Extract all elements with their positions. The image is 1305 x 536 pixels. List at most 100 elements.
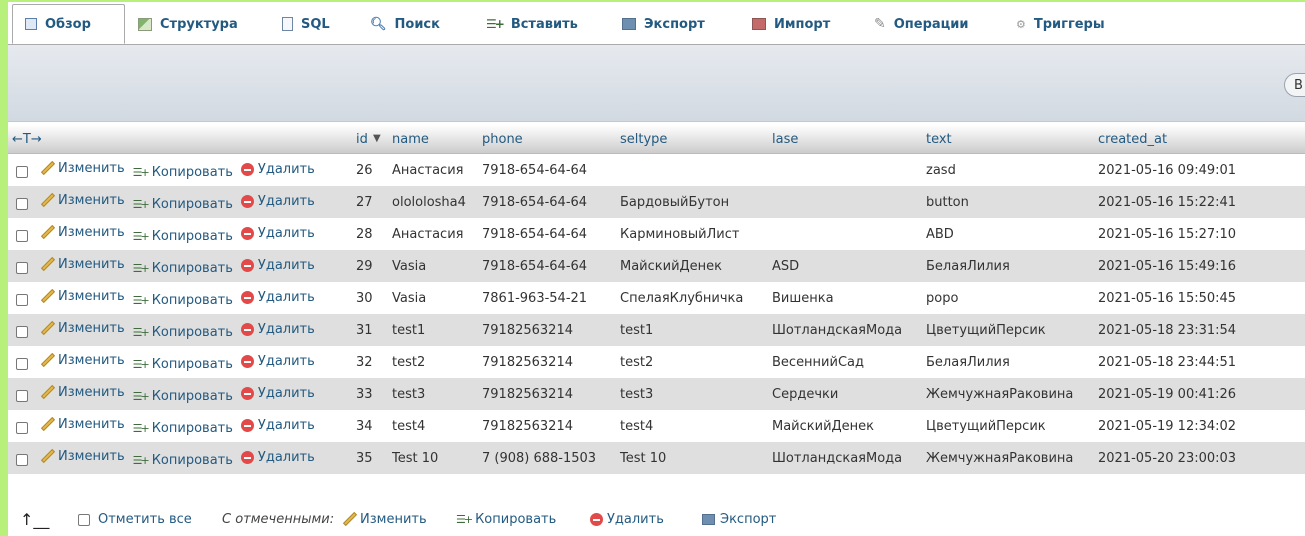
cell-seltype[interactable] [616, 153, 768, 186]
column-header-created-at[interactable]: created_at [1094, 125, 1305, 154]
edit-link[interactable]: Изменить [40, 385, 125, 400]
tab-import[interactable]: Импорт [752, 4, 830, 44]
cell-name[interactable]: test3 [388, 378, 478, 410]
bulk-copy-button[interactable]: ☰+ Копировать [456, 512, 556, 527]
edit-link[interactable]: Изменить [40, 353, 125, 368]
cell-name[interactable]: Test 10 [388, 442, 478, 474]
tab-structure[interactable]: Структура [138, 4, 238, 44]
cell-lase[interactable]: ВесеннийСад [768, 346, 922, 378]
delete-link[interactable]: Удалить [240, 354, 315, 369]
column-header-id[interactable]: id [352, 125, 388, 154]
cell-name[interactable]: Анастасия [388, 153, 478, 186]
edit-link[interactable]: Изменить [40, 417, 125, 432]
delete-link[interactable]: Удалить [240, 322, 315, 337]
edit-link[interactable]: Изменить [40, 257, 125, 272]
table-row[interactable]: Изменить ☰+ Копировать Удалить 35 Test 10 7 (9… [8, 442, 1305, 474]
cell-id[interactable]: 34 [352, 410, 388, 442]
cell-lase[interactable]: Сердечки [768, 378, 922, 410]
cell-text[interactable]: button [922, 186, 1094, 218]
cell-id[interactable]: 29 [352, 250, 388, 282]
edit-link[interactable]: Изменить [40, 161, 125, 176]
sort-arrow-icon[interactable]: ▼ [373, 133, 381, 144]
cell-created-at[interactable]: 2021-05-16 15:49:16 [1094, 250, 1305, 282]
cell-lase[interactable]: ASD [768, 250, 922, 282]
column-header-name[interactable]: name [388, 125, 478, 154]
copy-link[interactable]: ☰+ Копировать [133, 357, 233, 372]
tab-export[interactable]: Экспорт [622, 4, 705, 44]
delete-link[interactable]: Удалить [240, 258, 315, 273]
column-header-phone[interactable]: phone [478, 125, 616, 154]
cell-phone[interactable]: 7 (908) 688-1503 [478, 442, 616, 474]
cell-text[interactable]: ЦветущийПерсик [922, 314, 1094, 346]
row-checkbox[interactable] [16, 198, 28, 210]
cell-phone[interactable]: 7861-963-54-21 [478, 282, 616, 314]
cell-id[interactable]: 30 [352, 282, 388, 314]
edit-link[interactable]: Изменить [40, 449, 125, 464]
table-row[interactable]: Изменить ☰+ Копировать Удалить 29 Vasia 7918-6… [8, 250, 1305, 282]
cell-seltype[interactable]: test2 [616, 346, 768, 378]
cell-name[interactable]: test1 [388, 314, 478, 346]
cell-name[interactable]: test2 [388, 346, 478, 378]
row-checkbox[interactable] [16, 390, 28, 402]
table-row[interactable]: Изменить ☰+ Копировать Удалить 34 test4 791825… [8, 410, 1305, 442]
cell-lase[interactable]: Вишенка [768, 282, 922, 314]
table-row[interactable]: Изменить ☰+ Копировать Удалить 32 test2 791825… [8, 346, 1305, 378]
cell-phone[interactable]: 7918-654-64-64 [478, 250, 616, 282]
cell-text[interactable]: БелаяЛилия [922, 346, 1094, 378]
tab-sql[interactable]: SQL [282, 4, 330, 44]
edit-link[interactable]: Изменить [40, 193, 125, 208]
cell-phone[interactable]: 79182563214 [478, 410, 616, 442]
cell-phone[interactable]: 79182563214 [478, 378, 616, 410]
cell-id[interactable]: 26 [352, 153, 388, 186]
row-checkbox[interactable] [16, 358, 28, 370]
row-checkbox[interactable] [16, 230, 28, 242]
cell-lase[interactable] [768, 218, 922, 250]
cell-seltype[interactable]: Test 10 [616, 442, 768, 474]
column-header-lase[interactable]: lase [768, 125, 922, 154]
column-header-text[interactable]: text [922, 125, 1094, 154]
cell-seltype[interactable]: БардовыйБутон [616, 186, 768, 218]
cell-seltype[interactable]: test4 [616, 410, 768, 442]
delete-link[interactable]: Удалить [240, 450, 315, 465]
cell-lase[interactable]: ШотландскаяМода [768, 442, 922, 474]
table-row[interactable]: Изменить ☰+ Копировать Удалить 27 olololosha4… [8, 186, 1305, 218]
cell-phone[interactable]: 7918-654-64-64 [478, 153, 616, 186]
cell-text[interactable]: ЖемчужнаяРаковина [922, 442, 1094, 474]
row-checkbox[interactable] [16, 262, 28, 274]
row-checkbox[interactable] [16, 326, 28, 338]
cell-phone[interactable]: 7918-654-64-64 [478, 186, 616, 218]
tab-insert[interactable]: ☰+ Вставить [486, 4, 578, 44]
table-row[interactable]: Изменить ☰+ Копировать Удалить 33 test3 791825… [8, 378, 1305, 410]
cell-created-at[interactable]: 2021-05-18 23:31:54 [1094, 314, 1305, 346]
row-checkbox[interactable] [16, 166, 28, 178]
cell-id[interactable]: 35 [352, 442, 388, 474]
cell-text[interactable]: ЦветущийПерсик [922, 410, 1094, 442]
cell-name[interactable]: test4 [388, 410, 478, 442]
copy-link[interactable]: ☰+ Копировать [133, 389, 233, 404]
cell-id[interactable]: 33 [352, 378, 388, 410]
edit-link[interactable]: Изменить [40, 289, 125, 304]
cell-id[interactable]: 27 [352, 186, 388, 218]
cell-text[interactable]: ABD [922, 218, 1094, 250]
cell-created-at[interactable]: 2021-05-16 15:22:41 [1094, 186, 1305, 218]
cell-id[interactable]: 32 [352, 346, 388, 378]
copy-link[interactable]: ☰+ Копировать [133, 261, 233, 276]
column-header-seltype[interactable]: seltype [616, 125, 768, 154]
copy-link[interactable]: ☰+ Копировать [133, 325, 233, 340]
copy-link[interactable]: ☰+ Копировать [133, 421, 233, 436]
tab-triggers[interactable]: ⚙ Триггеры [1016, 4, 1105, 44]
cell-lase[interactable]: ШотландскаяМода [768, 314, 922, 346]
copy-link[interactable]: ☰+ Копировать [133, 453, 233, 468]
row-checkbox[interactable] [16, 294, 28, 306]
cell-id[interactable]: 28 [352, 218, 388, 250]
delete-link[interactable]: Удалить [240, 386, 315, 401]
delete-link[interactable]: Удалить [240, 290, 315, 305]
cell-created-at[interactable]: 2021-05-20 23:00:03 [1094, 442, 1305, 474]
cell-text[interactable]: popo [922, 282, 1094, 314]
cell-seltype[interactable]: МайскийДенек [616, 250, 768, 282]
checkbox[interactable] [78, 513, 90, 526]
cell-seltype[interactable]: test1 [616, 314, 768, 346]
delete-link[interactable]: Удалить [240, 226, 315, 241]
delete-link[interactable]: Удалить [240, 194, 315, 209]
copy-link[interactable]: ☰+ Копировать [133, 293, 233, 308]
